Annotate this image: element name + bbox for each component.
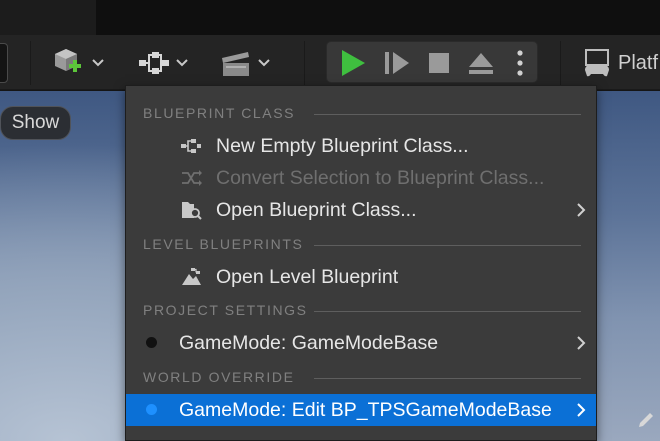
- platforms-button[interactable]: Platf: [582, 45, 658, 81]
- eject-icon: [469, 53, 493, 74]
- menu-item-label: GameMode: Edit BP_TPSGameModeBase: [179, 399, 552, 421]
- menu-item-label: New Empty Blueprint Class...: [216, 135, 469, 157]
- menu-item-open-blueprint-class[interactable]: Open Blueprint Class...: [126, 194, 596, 226]
- menu-item-label: Open Level Blueprint: [216, 266, 399, 288]
- menu-item-gamemode-world-override[interactable]: GameMode: Edit BP_TPSGameModeBase: [126, 394, 596, 426]
- cinematics-button[interactable]: [220, 45, 270, 81]
- play-controls: [326, 41, 538, 83]
- more-vertical-icon: [517, 50, 523, 76]
- section-divider: [314, 311, 581, 312]
- eject-button[interactable]: [463, 42, 499, 84]
- section-header-blueprint-class: BLUEPRINT CLASS: [126, 102, 598, 126]
- main-toolbar: Platf: [0, 35, 660, 90]
- frame-advance-icon: [385, 52, 409, 74]
- platforms-icon: [585, 49, 609, 77]
- section-title: PROJECT SETTINGS: [143, 302, 308, 318]
- section-divider: [314, 378, 581, 379]
- tab-area: [0, 0, 96, 35]
- section-header-world-override: WORLD OVERRIDE: [126, 366, 598, 390]
- menu-item-new-empty-blueprint-class[interactable]: New Empty Blueprint Class...: [126, 130, 596, 162]
- menu-item-convert-selection: Convert Selection to Blueprint Class...: [126, 162, 596, 194]
- platforms-label: Platf: [618, 51, 659, 74]
- clapperboard-icon: [222, 52, 249, 76]
- blueprints-button[interactable]: [138, 45, 188, 81]
- blueprint-graph-icon: [139, 52, 169, 74]
- menu-item-gamemode-project[interactable]: GameMode: GameModeBase: [126, 327, 596, 359]
- section-title: BLUEPRINT CLASS: [143, 105, 296, 121]
- section-divider: [314, 114, 581, 115]
- play-icon: [342, 50, 365, 76]
- menu-item-label: Convert Selection to Blueprint Class...: [216, 167, 545, 189]
- title-strip: [0, 0, 660, 35]
- blueprints-dropdown-menu: BLUEPRINT CLASS New Empty Blueprint Clas…: [125, 85, 597, 441]
- section-header-project-settings: PROJECT SETTINGS: [126, 299, 598, 323]
- blueprint-class-icon: [181, 139, 201, 153]
- chevron-right-icon: [577, 336, 586, 350]
- chevron-down-icon: [258, 59, 270, 67]
- section-title: WORLD OVERRIDE: [143, 369, 295, 385]
- toolbar-separator: [560, 41, 561, 85]
- menu-item-label: Open Blueprint Class...: [216, 199, 417, 221]
- convert-icon: [182, 170, 202, 186]
- status-dot-icon: [146, 404, 157, 415]
- play-button[interactable]: [335, 42, 371, 84]
- section-title: LEVEL BLUEPRINTS: [143, 236, 304, 252]
- chevron-right-icon: [577, 203, 586, 217]
- chevron-down-icon: [92, 59, 104, 67]
- menu-item-open-level-blueprint[interactable]: Open Level Blueprint: [126, 261, 596, 293]
- menu-item-label: GameMode: GameModeBase: [179, 332, 439, 354]
- section-divider: [314, 245, 581, 246]
- stop-icon: [429, 53, 449, 73]
- toolbar-separator: [304, 41, 305, 85]
- chevron-down-icon: [176, 59, 188, 67]
- advance-frame-button[interactable]: [379, 42, 415, 84]
- open-blueprint-icon: [182, 202, 202, 220]
- toolbar-separator: [30, 41, 31, 85]
- toolbar-field[interactable]: [0, 43, 8, 83]
- section-header-level-blueprints: LEVEL BLUEPRINTS: [126, 233, 598, 257]
- add-actor-icon: [55, 49, 81, 72]
- pencil-icon[interactable]: [636, 410, 656, 430]
- level-blueprint-icon: [182, 268, 201, 285]
- add-content-button[interactable]: [52, 45, 104, 81]
- play-options-button[interactable]: [505, 42, 535, 84]
- show-button[interactable]: Show: [0, 106, 71, 140]
- chevron-right-icon: [577, 403, 586, 417]
- stop-button[interactable]: [421, 42, 457, 84]
- status-dot-icon: [146, 337, 157, 348]
